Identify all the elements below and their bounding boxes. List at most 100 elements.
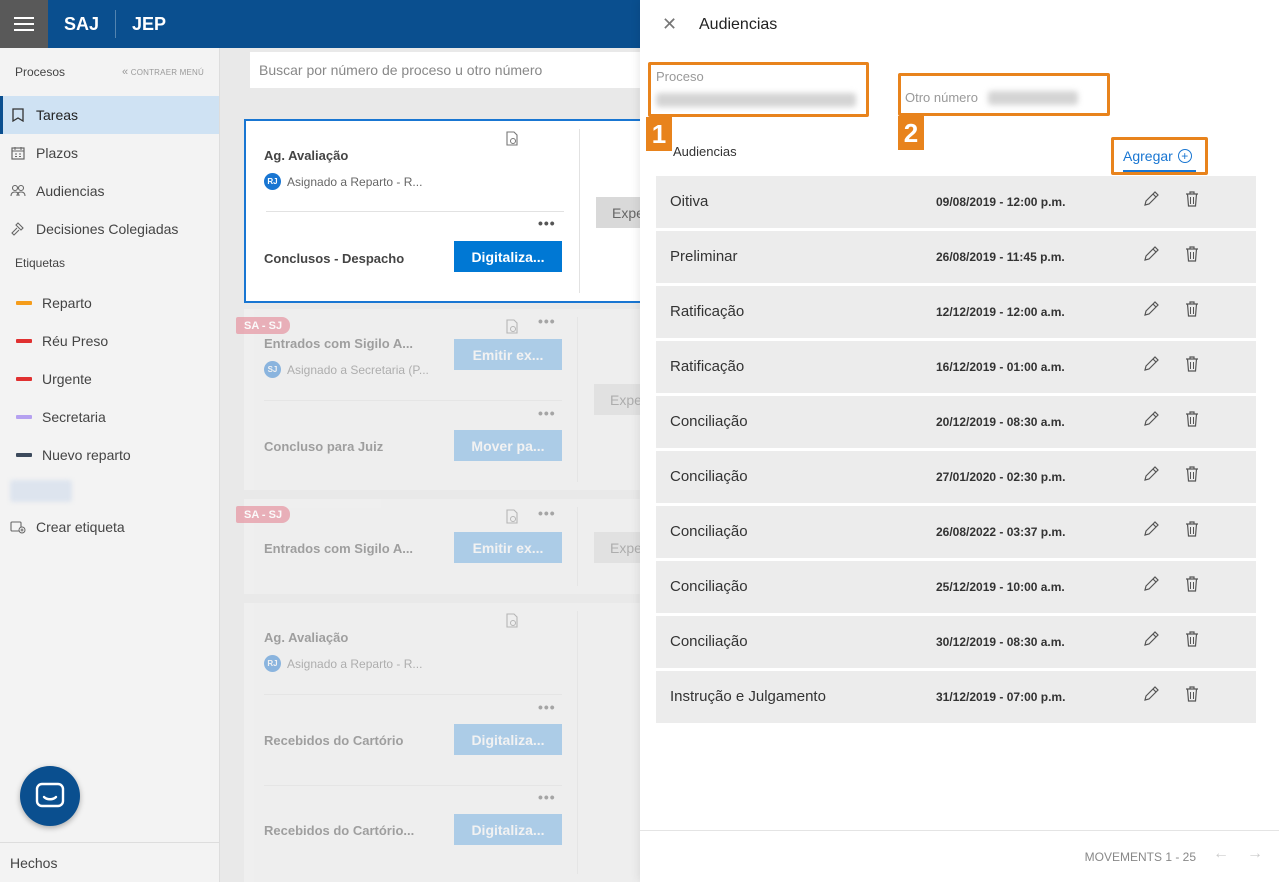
audiencia-date: 09/08/2019 - 12:00 p.m. <box>936 195 1066 209</box>
emitir-button[interactable]: Emitir ex... <box>454 532 562 563</box>
highlight-box-1 <box>648 62 869 117</box>
tag-label: Reparto <box>42 295 92 311</box>
people-icon <box>10 184 26 198</box>
brand-saj[interactable]: SAJ <box>48 14 115 35</box>
table-row[interactable]: Ratificação 16/12/2019 - 01:00 a.m. <box>656 341 1256 393</box>
arrow-left-icon[interactable]: ← <box>1213 845 1229 863</box>
sidebar-footer-hechos[interactable]: Hechos <box>0 842 219 882</box>
sidebar-item-audiencias[interactable]: Audiencias <box>0 172 219 210</box>
audiencia-type: Ratificação <box>670 358 745 375</box>
task-card[interactable]: ••• Entrados com Sigilo A... Emitir ex..… <box>244 309 654 490</box>
audiencia-date: 27/01/2020 - 02:30 p.m. <box>936 470 1066 484</box>
brand-jep[interactable]: JEP <box>116 14 182 35</box>
more-options-button[interactable]: ••• <box>538 789 556 805</box>
table-row[interactable]: Preliminar 26/08/2019 - 11:45 p.m. <box>656 231 1256 283</box>
table-row[interactable]: Conciliação 30/12/2019 - 08:30 a.m. <box>656 616 1256 668</box>
sidebar-item-label: Audiencias <box>36 183 105 199</box>
chat-support-button[interactable] <box>20 766 80 826</box>
card-task-title: Recebidos do Cartório... <box>264 823 415 838</box>
highlight-box-3 <box>1111 137 1208 175</box>
edit-icon[interactable] <box>1142 520 1160 543</box>
trash-icon[interactable] <box>1185 410 1199 433</box>
close-icon[interactable]: ✕ <box>662 14 677 35</box>
trash-icon[interactable] <box>1185 355 1199 378</box>
gavel-icon <box>10 222 26 236</box>
add-tag-icon <box>10 520 26 534</box>
assignee-text: Asignado a Secretaria (P... <box>287 362 429 377</box>
task-card[interactable]: ••• Entrados com Sigilo A... Emitir ex..… <box>244 499 654 594</box>
edit-icon[interactable] <box>1142 410 1160 433</box>
more-options-button[interactable]: ••• <box>538 215 556 231</box>
card-column-divider <box>577 611 578 874</box>
create-tag-button[interactable]: Crear etiqueta <box>0 508 219 546</box>
edit-icon[interactable] <box>1142 190 1160 213</box>
table-row[interactable]: Conciliação 27/01/2020 - 02:30 p.m. <box>656 451 1256 503</box>
document-icon[interactable] <box>506 509 518 527</box>
table-row[interactable]: Oitiva 09/08/2019 - 12:00 p.m. <box>656 176 1256 228</box>
audiencia-date: 25/12/2019 - 10:00 a.m. <box>936 580 1065 594</box>
mover-button[interactable]: Mover pa... <box>454 430 562 461</box>
tag-reparto[interactable]: Reparto <box>0 284 219 322</box>
card-flag-tag: SA - SJ <box>236 506 291 523</box>
tags-section-title: Etiquetas <box>15 256 66 270</box>
tag-reu-preso[interactable]: Réu Preso <box>0 322 219 360</box>
audiencia-type: Instrução e Julgamento <box>670 688 826 705</box>
collapse-menu-button[interactable]: « CONTRAER MENÚ <box>122 66 204 78</box>
more-options-button[interactable]: ••• <box>538 313 556 329</box>
audiencia-type: Preliminar <box>670 248 738 265</box>
digitalizar-button[interactable]: Digitaliza... <box>454 814 562 845</box>
trash-icon[interactable] <box>1185 575 1199 598</box>
table-row[interactable]: Conciliação 26/08/2022 - 03:37 p.m. <box>656 506 1256 558</box>
edit-icon[interactable] <box>1142 575 1160 598</box>
emitir-button[interactable]: Emitir ex... <box>454 339 562 370</box>
trash-icon[interactable] <box>1185 685 1199 708</box>
audiencia-date: 16/12/2019 - 01:00 a.m. <box>936 360 1065 374</box>
sidebar-item-tareas[interactable]: Tareas <box>0 96 219 134</box>
trash-icon[interactable] <box>1185 245 1199 268</box>
audiencia-type: Ratificação <box>670 303 745 320</box>
tag-urgente[interactable]: Urgente <box>0 360 219 398</box>
edit-icon[interactable] <box>1142 465 1160 488</box>
more-options-button[interactable]: ••• <box>538 505 556 521</box>
card-divider <box>264 400 562 401</box>
document-icon[interactable] <box>506 613 518 631</box>
sidebar-item-plazos[interactable]: Plazos <box>0 134 219 172</box>
more-options-button[interactable]: ••• <box>538 699 556 715</box>
audiencia-date: 20/12/2019 - 08:30 a.m. <box>936 415 1065 429</box>
trash-icon[interactable] <box>1185 630 1199 653</box>
arrow-right-icon[interactable]: → <box>1247 845 1263 863</box>
task-card[interactable]: Ag. Avaliação RJ Asignado a Reparto - R.… <box>244 119 656 303</box>
edit-icon[interactable] <box>1142 300 1160 323</box>
table-row[interactable]: Ratificação 12/12/2019 - 12:00 a.m. <box>656 286 1256 338</box>
edit-icon[interactable] <box>1142 685 1160 708</box>
digitalizar-button[interactable]: Digitaliza... <box>454 724 562 755</box>
tag-color-bar <box>16 377 32 381</box>
edit-icon[interactable] <box>1142 245 1160 268</box>
search-input[interactable]: Buscar por número de proceso u otro núme… <box>250 52 640 88</box>
panel-footer: MOVEMENTS 1 - 25 ← → <box>640 830 1279 882</box>
trash-icon[interactable] <box>1185 190 1199 213</box>
trash-icon[interactable] <box>1185 300 1199 323</box>
document-icon[interactable] <box>506 319 518 337</box>
trash-icon[interactable] <box>1185 465 1199 488</box>
hamburger-menu-icon[interactable] <box>0 0 48 48</box>
sidebar-item-label: Decisiones Colegiadas <box>36 221 179 237</box>
audiencia-date: 26/08/2022 - 03:37 p.m. <box>936 525 1066 539</box>
document-icon[interactable] <box>506 131 518 149</box>
card-assignee: RJ Asignado a Reparto - R... <box>264 173 422 190</box>
edit-icon[interactable] <box>1142 355 1160 378</box>
digitalizar-button[interactable]: Digitaliza... <box>454 241 562 272</box>
more-options-button[interactable]: ••• <box>538 405 556 421</box>
table-row[interactable]: Conciliação 20/12/2019 - 08:30 a.m. <box>656 396 1256 448</box>
edit-icon[interactable] <box>1142 630 1160 653</box>
blurred-tag[interactable] <box>10 480 72 502</box>
table-row[interactable]: Instrução e Julgamento 31/12/2019 - 07:00… <box>656 671 1256 723</box>
trash-icon[interactable] <box>1185 520 1199 543</box>
table-row[interactable]: Conciliação 25/12/2019 - 10:00 a.m. <box>656 561 1256 613</box>
task-card[interactable]: Ag. Avaliação RJ Asignado a Reparto - R.… <box>244 603 640 882</box>
avatar: SJ <box>264 361 281 378</box>
tag-secretaria[interactable]: Secretaria <box>0 398 219 436</box>
tag-nuevo-reparto[interactable]: Nuevo reparto <box>0 436 219 474</box>
panel-title: Audiencias <box>699 16 778 33</box>
sidebar-item-decisiones-colegiadas[interactable]: Decisiones Colegiadas <box>0 210 219 248</box>
